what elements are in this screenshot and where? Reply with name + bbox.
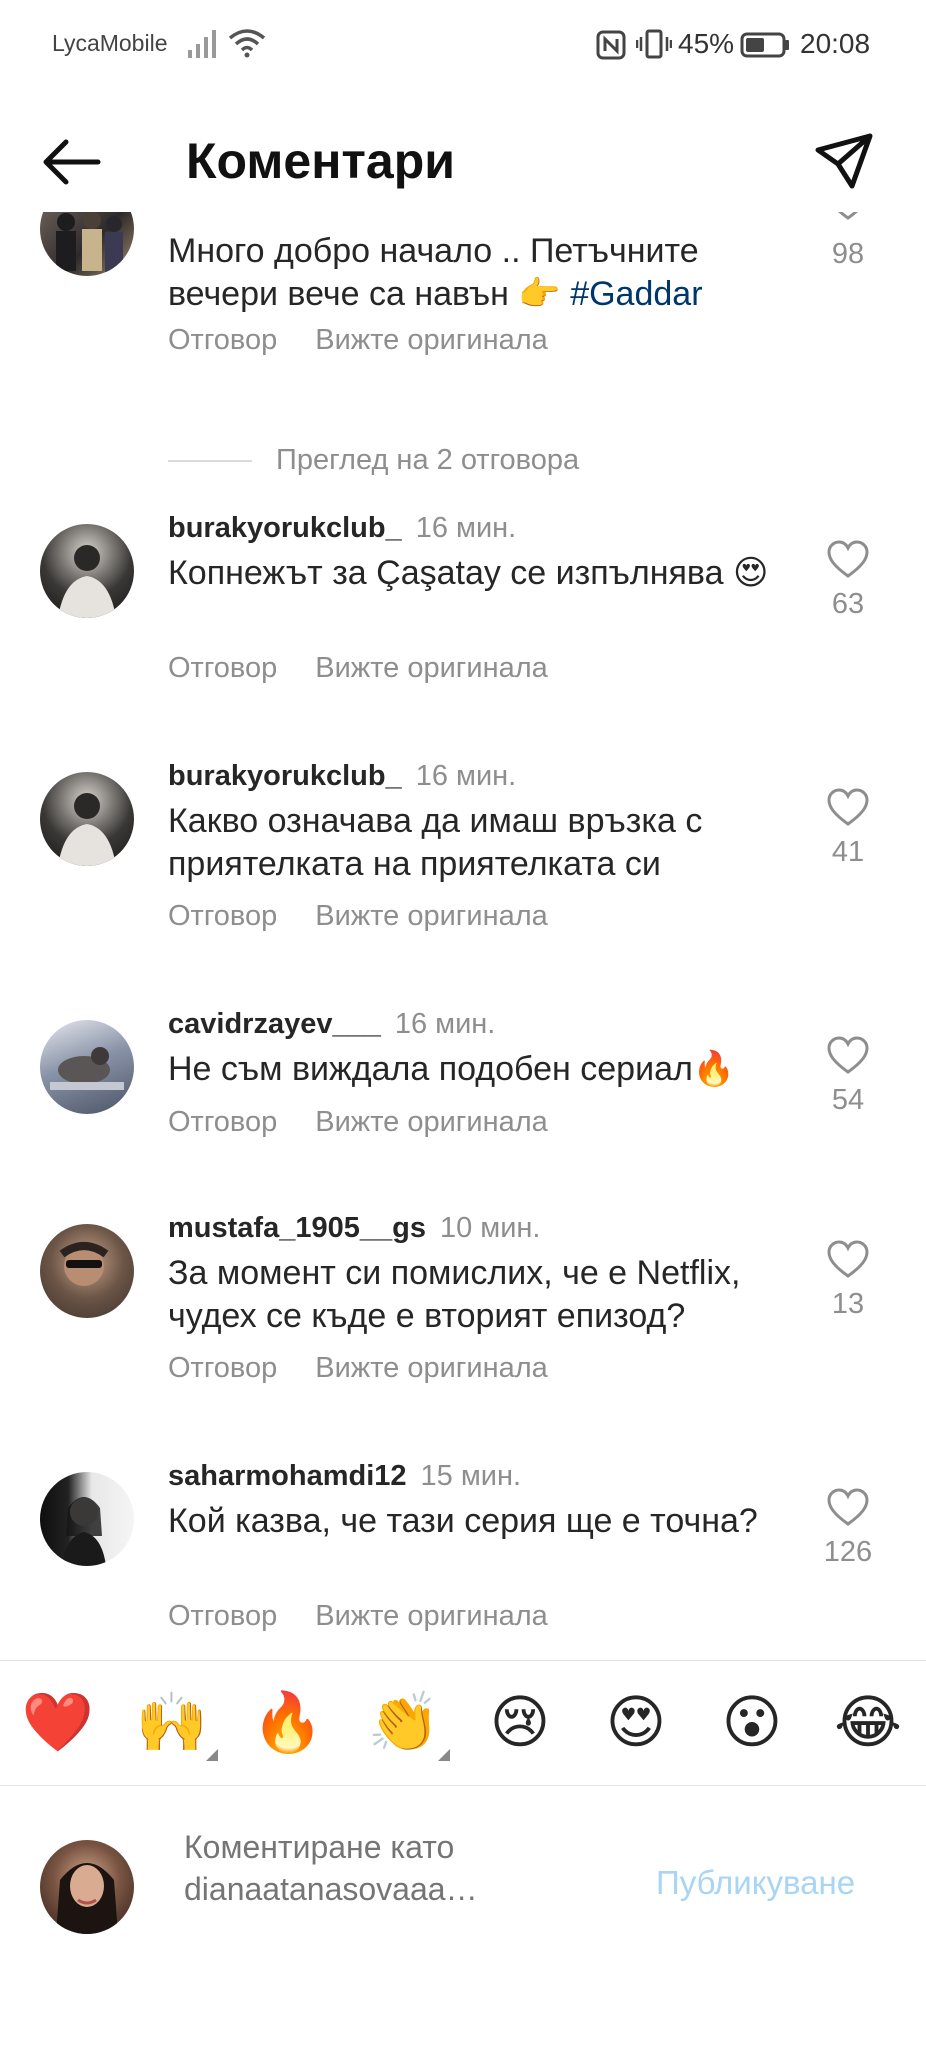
divider-line bbox=[168, 460, 252, 463]
like-count: 13 bbox=[831, 1288, 865, 1320]
comment-text: Не съм виждала подобен сериал🔥 bbox=[168, 1050, 736, 1088]
comment-composer: Публикуване bbox=[0, 1786, 926, 1966]
see-original-button[interactable]: Вижте оригинала bbox=[315, 324, 548, 357]
comment-item: burakyorukclub_ 16 мин. Какво означава да… bbox=[0, 760, 926, 980]
heart-icon[interactable] bbox=[826, 540, 870, 580]
comment-time: 16 мин. bbox=[415, 512, 517, 544]
heart-icon[interactable] bbox=[826, 212, 870, 222]
vibrate-icon bbox=[635, 28, 673, 65]
avatar[interactable] bbox=[40, 1020, 134, 1114]
comment-header: burakyorukclub_ 16 мин. bbox=[168, 760, 516, 793]
status-bar: LycaMobile 45% 20:08 bbox=[0, 0, 926, 92]
comment-header: burakyorukclub_ 16 мин. bbox=[168, 512, 516, 545]
hashtag-link[interactable]: #Gaddar bbox=[570, 275, 702, 313]
back-arrow-icon[interactable] bbox=[38, 134, 104, 190]
username-link[interactable]: mustafa_1905__gs bbox=[168, 1212, 426, 1244]
comment-actions: Отговор Вижте оригинала bbox=[168, 1600, 586, 1633]
comment-time: 10 мин. bbox=[439, 1212, 541, 1244]
avatar[interactable] bbox=[40, 524, 134, 618]
heart-icon[interactable] bbox=[826, 1488, 870, 1528]
reply-button[interactable]: Отговор bbox=[168, 652, 277, 685]
page-title: Коментари bbox=[186, 133, 455, 189]
emoji-crying-button[interactable]: 😢 bbox=[482, 1691, 558, 1755]
see-original-button[interactable]: Вижте оригинала bbox=[315, 900, 548, 933]
header: Коментари bbox=[0, 112, 926, 212]
emoji-fire-button[interactable]: 🔥 bbox=[250, 1691, 326, 1755]
comment-input[interactable] bbox=[184, 1826, 604, 1916]
carrier-name: LycaMobile bbox=[52, 30, 168, 56]
reply-button[interactable]: Отговор bbox=[168, 1600, 277, 1633]
avatar[interactable] bbox=[40, 1472, 134, 1566]
emoji-raised-hands-icon: 🙌 bbox=[135, 1690, 209, 1755]
comment-actions: Отговор Вижте оригинала bbox=[168, 900, 586, 933]
emoji-clap-button[interactable]: 👏 bbox=[366, 1690, 450, 1761]
view-replies-label: Преглед на 2 отговора bbox=[276, 444, 580, 476]
comments-list: Много добро начало .. Петъчните вечери в… bbox=[0, 212, 926, 1660]
emoji-heart-eyes-button[interactable]: 😍 bbox=[598, 1691, 674, 1755]
avatar[interactable] bbox=[40, 1224, 134, 1318]
comment-actions: Отговор Вижте оригинала bbox=[168, 652, 586, 685]
emoji-surprised-button[interactable]: 😮 bbox=[714, 1691, 790, 1755]
comment-time: 15 мин. bbox=[420, 1460, 522, 1492]
emoji-raised-hands-button[interactable]: 🙌 bbox=[134, 1690, 218, 1761]
username-link[interactable]: saharmohamdi12 bbox=[168, 1460, 407, 1492]
main-comment: Много добро начало .. Петъчните вечери в… bbox=[0, 212, 926, 432]
reply-button[interactable]: Отговор bbox=[168, 324, 277, 357]
emoji-quick-bar: ❤️ 🙌 🔥 👏 😢 😍 😮 😂 bbox=[0, 1660, 926, 1786]
like-count: 98 bbox=[831, 238, 865, 270]
comment-header: saharmohamdi12 15 мин. bbox=[168, 1460, 521, 1493]
nfc-icon bbox=[596, 30, 626, 65]
emoji-laughing-button[interactable]: 😂 bbox=[830, 1691, 906, 1755]
skin-tone-corner-icon bbox=[438, 1749, 450, 1761]
avatar[interactable] bbox=[40, 212, 134, 276]
avatar[interactable] bbox=[40, 772, 134, 866]
like-count: 126 bbox=[823, 1536, 873, 1568]
emoji-heart-button[interactable]: ❤️ bbox=[20, 1691, 96, 1755]
comment-item: mustafa_1905__gs 10 мин. За момент си пом… bbox=[0, 1212, 926, 1432]
username-link[interactable]: burakyorukclub_ bbox=[168, 512, 402, 544]
comment-actions: Отговор Вижте оригинала bbox=[168, 1106, 586, 1139]
comment-item: burakyorukclub_ 16 мин. Копнежът за Çaşat… bbox=[0, 512, 926, 732]
comment-header: mustafa_1905__gs 10 мин. bbox=[168, 1212, 540, 1245]
see-original-button[interactable]: Вижте оригинала bbox=[315, 652, 548, 685]
comment-text: Какво означава да имаш връзка с приятелк… bbox=[168, 802, 703, 883]
comment-text: Копнежът за Çaşatay се изпълнява 😍 bbox=[168, 554, 769, 592]
wifi-icon bbox=[228, 28, 266, 63]
comment-header: cavidrzayev___ 16 мин. bbox=[168, 1008, 495, 1041]
emoji-clap-icon: 👏 bbox=[367, 1690, 441, 1755]
battery-percent: 45% bbox=[678, 28, 735, 59]
battery-icon bbox=[740, 32, 790, 63]
comment-time: 16 мин. bbox=[415, 760, 517, 792]
heart-icon[interactable] bbox=[826, 788, 870, 828]
send-icon[interactable] bbox=[812, 130, 876, 194]
username-link[interactable]: burakyorukclub_ bbox=[168, 760, 402, 792]
reply-button[interactable]: Отговор bbox=[168, 1352, 277, 1385]
like-count: 63 bbox=[831, 588, 865, 620]
reply-button[interactable]: Отговор bbox=[168, 1106, 277, 1139]
comment-item: saharmohamdi12 15 мин. Кой казва, че тази… bbox=[0, 1460, 926, 1660]
current-user-avatar bbox=[40, 1840, 134, 1934]
username-link[interactable]: cavidrzayev___ bbox=[168, 1008, 381, 1040]
see-original-button[interactable]: Вижте оригинала bbox=[315, 1352, 548, 1385]
like-count: 41 bbox=[831, 836, 865, 868]
post-button[interactable]: Публикуване bbox=[656, 1864, 855, 1902]
reply-button[interactable]: Отговор bbox=[168, 900, 277, 933]
comment-actions: Отговор Вижте оригинала bbox=[168, 1352, 586, 1385]
skin-tone-corner-icon bbox=[206, 1749, 218, 1761]
comment-text: Кой казва, че тази серия ще е точна? bbox=[168, 1502, 758, 1540]
heart-icon[interactable] bbox=[826, 1240, 870, 1280]
signal-icon bbox=[188, 28, 220, 63]
comment-time: 16 мин. bbox=[394, 1008, 496, 1040]
clock-time: 20:08 bbox=[800, 28, 871, 59]
heart-icon[interactable] bbox=[826, 1036, 870, 1076]
comment-actions: Отговор Вижте оригинала bbox=[168, 324, 586, 357]
comment-text: За момент си помислих, че е Netflix, чуд… bbox=[168, 1254, 741, 1335]
see-original-button[interactable]: Вижте оригинала bbox=[315, 1600, 548, 1633]
comment-text: Много добро начало .. Петъчните вечери в… bbox=[168, 232, 703, 313]
comment-item: cavidrzayev___ 16 мин. Не съм виждала под… bbox=[0, 1008, 926, 1188]
view-replies-button[interactable]: Преглед на 2 отговора bbox=[168, 444, 579, 477]
see-original-button[interactable]: Вижте оригинала bbox=[315, 1106, 548, 1139]
like-count: 54 bbox=[831, 1084, 865, 1116]
